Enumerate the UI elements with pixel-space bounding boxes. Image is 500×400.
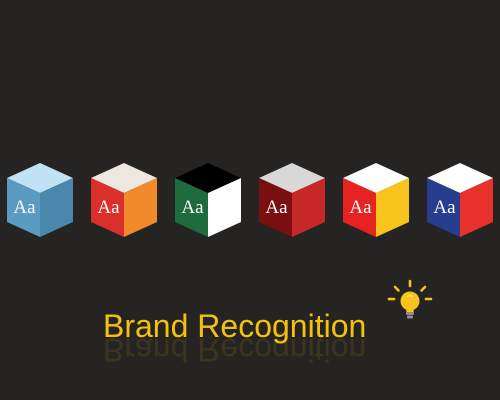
- title-block: Brand Recognition Brand Recognition: [103, 306, 403, 386]
- cube-letters: Aa: [181, 197, 204, 218]
- cube-red-yellow: Aa: [343, 163, 409, 239]
- cube-letters: Aa: [13, 197, 36, 218]
- cube-letters: Aa: [349, 197, 372, 218]
- cube-orange: Aa: [91, 163, 157, 239]
- cube-green-black: Aa: [175, 163, 241, 239]
- cube-letters: Aa: [97, 197, 120, 218]
- lightbulb-icon: [386, 279, 434, 327]
- cube-blue-red: Aa: [427, 163, 493, 239]
- cube-maroon: Aa: [259, 163, 325, 239]
- brand-recognition-illustration: Aa Aa Aa Aa Aa Aa Brand Recognition Brand Rec…: [0, 0, 500, 400]
- cube-light-blue: Aa: [7, 163, 73, 239]
- cube-letters: Aa: [433, 197, 456, 218]
- cube-letters: Aa: [265, 197, 288, 218]
- title-reflection: Brand Recognition: [103, 332, 367, 368]
